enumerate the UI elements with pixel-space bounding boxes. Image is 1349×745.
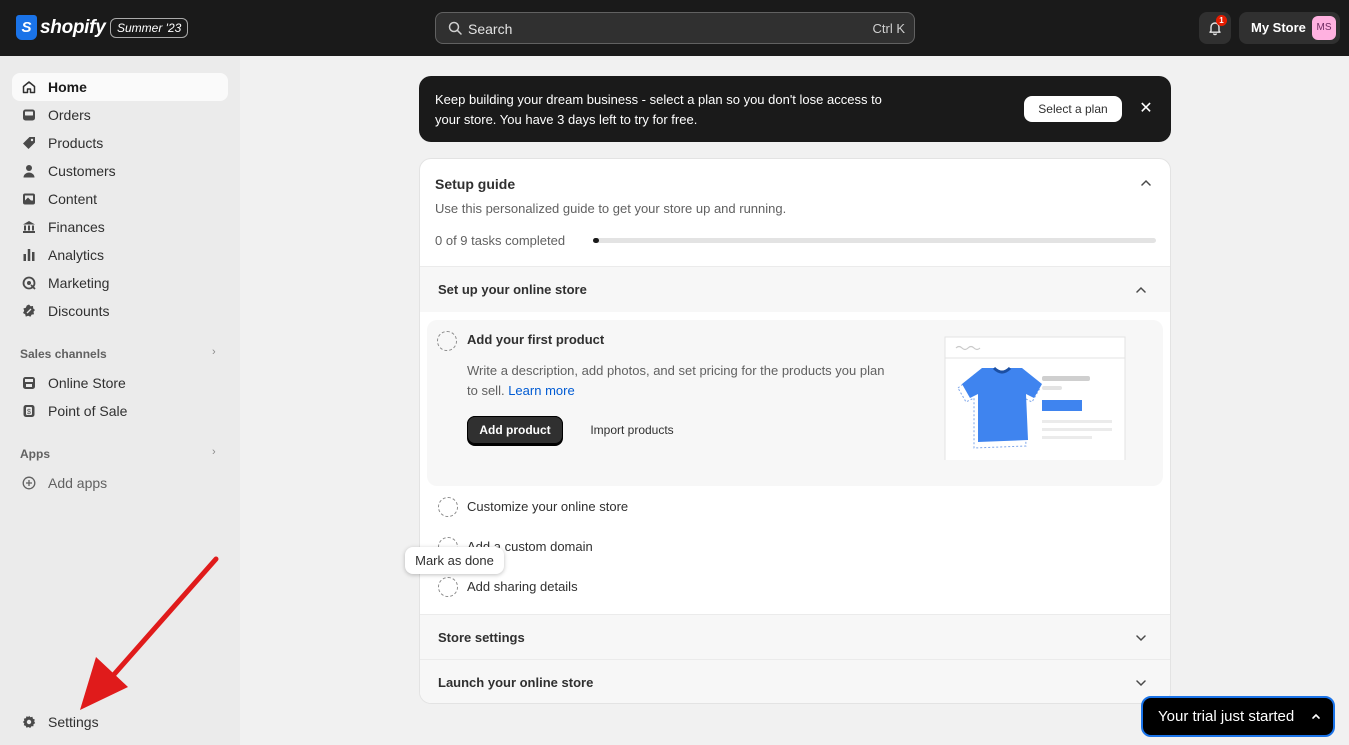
bank-icon — [23, 221, 35, 233]
chevron-down-icon — [1136, 635, 1146, 642]
trial-label: Your trial just started — [1158, 708, 1295, 725]
task-add-sharing-details[interactable]: Add sharing details — [467, 579, 578, 594]
product-illustration — [944, 336, 1126, 460]
task-description: Write a description, add photos, and set… — [467, 361, 897, 401]
task-title: Add your first product — [467, 332, 605, 347]
chevron-up-icon[interactable] — [1138, 175, 1154, 191]
banner-message: Keep building your dream business - sele… — [435, 92, 882, 127]
shopify-bag-icon: S — [16, 15, 37, 40]
section-store-settings[interactable]: Store settings — [420, 614, 1170, 660]
sidebar-item-online-store[interactable]: Online Store — [12, 369, 228, 397]
gear-icon — [22, 715, 36, 728]
sidebar-item-label: Home — [48, 79, 87, 95]
sidebar-item-label: Add apps — [48, 475, 108, 491]
sidebar-item-label: Products — [48, 135, 104, 151]
chevron-right-icon[interactable]: › — [212, 346, 216, 358]
sidebar-item-label: Online Store — [48, 375, 126, 391]
sidebar-item-label: Marketing — [48, 275, 110, 291]
section-label: Launch your online store — [438, 675, 594, 690]
search-shortcut: Ctrl K — [872, 21, 906, 36]
sales-channels-heading[interactable]: Sales channels — [20, 347, 107, 361]
search-icon — [448, 21, 462, 35]
sidebar-item-label: Finances — [48, 219, 105, 235]
brand-name: shopify — [40, 16, 106, 38]
task-status-circle[interactable] — [438, 577, 458, 597]
sidebar-item-finances[interactable]: Finances — [12, 213, 228, 241]
sidebar-item-label: Analytics — [48, 247, 105, 263]
storefront-icon — [23, 377, 35, 389]
section-label: Set up your online store — [438, 282, 587, 297]
person-icon — [23, 165, 35, 178]
bar-chart-icon — [23, 249, 35, 261]
import-products-button[interactable]: Import products — [575, 416, 689, 444]
chevron-down-icon — [1136, 680, 1146, 687]
home-icon — [22, 81, 36, 94]
notifications-button[interactable]: 1 — [1199, 12, 1231, 44]
setup-guide-title: Setup guide — [435, 176, 516, 192]
store-name: My Store — [1251, 20, 1306, 35]
section-label: Store settings — [438, 630, 525, 645]
image-icon — [23, 193, 35, 205]
section-setup-online-store[interactable]: Set up your online store — [420, 266, 1170, 312]
trial-status-button[interactable]: Your trial just started — [1141, 696, 1335, 737]
sidebar-item-marketing[interactable]: Marketing — [12, 269, 228, 297]
task-add-first-product: Add your first product Write a descripti… — [427, 320, 1163, 486]
notification-badge: 1 — [1216, 15, 1227, 26]
chevron-right-icon[interactable]: › — [212, 446, 216, 458]
mark-as-done-tooltip: Mark as done — [405, 547, 504, 574]
select-plan-button[interactable]: Select a plan — [1024, 96, 1122, 122]
add-product-button[interactable]: Add product — [467, 416, 563, 444]
learn-more-link[interactable]: Learn more — [508, 383, 574, 398]
setup-guide-subtitle: Use this personalized guide to get your … — [435, 201, 787, 216]
setup-guide-card: Setup guide Use this personalized guide … — [419, 158, 1171, 704]
sidebar-item-settings[interactable]: Settings — [12, 708, 228, 736]
task-status-circle[interactable] — [438, 497, 458, 517]
edition-badge[interactable]: Summer '23 — [110, 18, 189, 38]
sidebar-item-label: Point of Sale — [48, 403, 128, 419]
tag-icon — [23, 137, 35, 149]
sidebar-item-customers[interactable]: Customers — [12, 157, 228, 185]
inbox-icon — [23, 109, 35, 121]
chevron-up-icon — [1312, 713, 1320, 719]
sidebar-item-label: Discounts — [48, 303, 110, 319]
progress-bar — [593, 238, 1156, 243]
section-launch-online-store[interactable]: Launch your online store — [420, 659, 1170, 703]
chevron-up-icon — [1136, 286, 1146, 293]
sidebar-item-home[interactable]: Home — [12, 73, 228, 101]
store-menu-button[interactable]: My Store MS — [1239, 12, 1340, 44]
sidebar-item-orders[interactable]: Orders — [12, 101, 228, 129]
shopify-logo[interactable]: S shopify — [16, 15, 106, 40]
task-status-circle[interactable] — [437, 331, 457, 351]
sidebar: Home Orders Products Customers Content F… — [0, 56, 240, 745]
sidebar-item-label: Content — [48, 191, 98, 207]
sidebar-item-point-of-sale[interactable]: $ Point of Sale — [12, 397, 228, 425]
target-icon — [22, 276, 36, 290]
sidebar-item-content[interactable]: Content — [12, 185, 228, 213]
task-customize-store[interactable]: Customize your online store — [467, 499, 628, 514]
close-icon[interactable]: ✕ — [1138, 97, 1154, 121]
search-bar[interactable]: Search Ctrl K — [435, 12, 915, 44]
progress-text: 0 of 9 tasks completed — [435, 233, 566, 248]
sidebar-item-label: Customers — [48, 163, 116, 179]
top-bar: S shopify Summer '23 Search Ctrl K 1 My … — [0, 0, 1349, 56]
trial-plan-banner: Keep building your dream business - sele… — [419, 76, 1171, 142]
search-placeholder: Search — [468, 21, 513, 37]
pos-icon: $ — [23, 405, 35, 417]
sidebar-item-label: Settings — [48, 714, 99, 730]
apps-heading[interactable]: Apps — [20, 447, 50, 461]
sidebar-item-products[interactable]: Products — [12, 129, 228, 157]
sidebar-item-add-apps[interactable]: Add apps — [12, 469, 228, 497]
avatar: MS — [1312, 16, 1336, 40]
plus-circle-icon — [22, 476, 36, 490]
sidebar-item-analytics[interactable]: Analytics — [12, 241, 228, 269]
sidebar-item-label: Orders — [48, 107, 91, 123]
sidebar-item-discounts[interactable]: Discounts — [12, 297, 228, 325]
discount-icon — [23, 304, 35, 317]
progress-bar-fill — [593, 238, 599, 243]
svg-text:$: $ — [27, 409, 31, 416]
